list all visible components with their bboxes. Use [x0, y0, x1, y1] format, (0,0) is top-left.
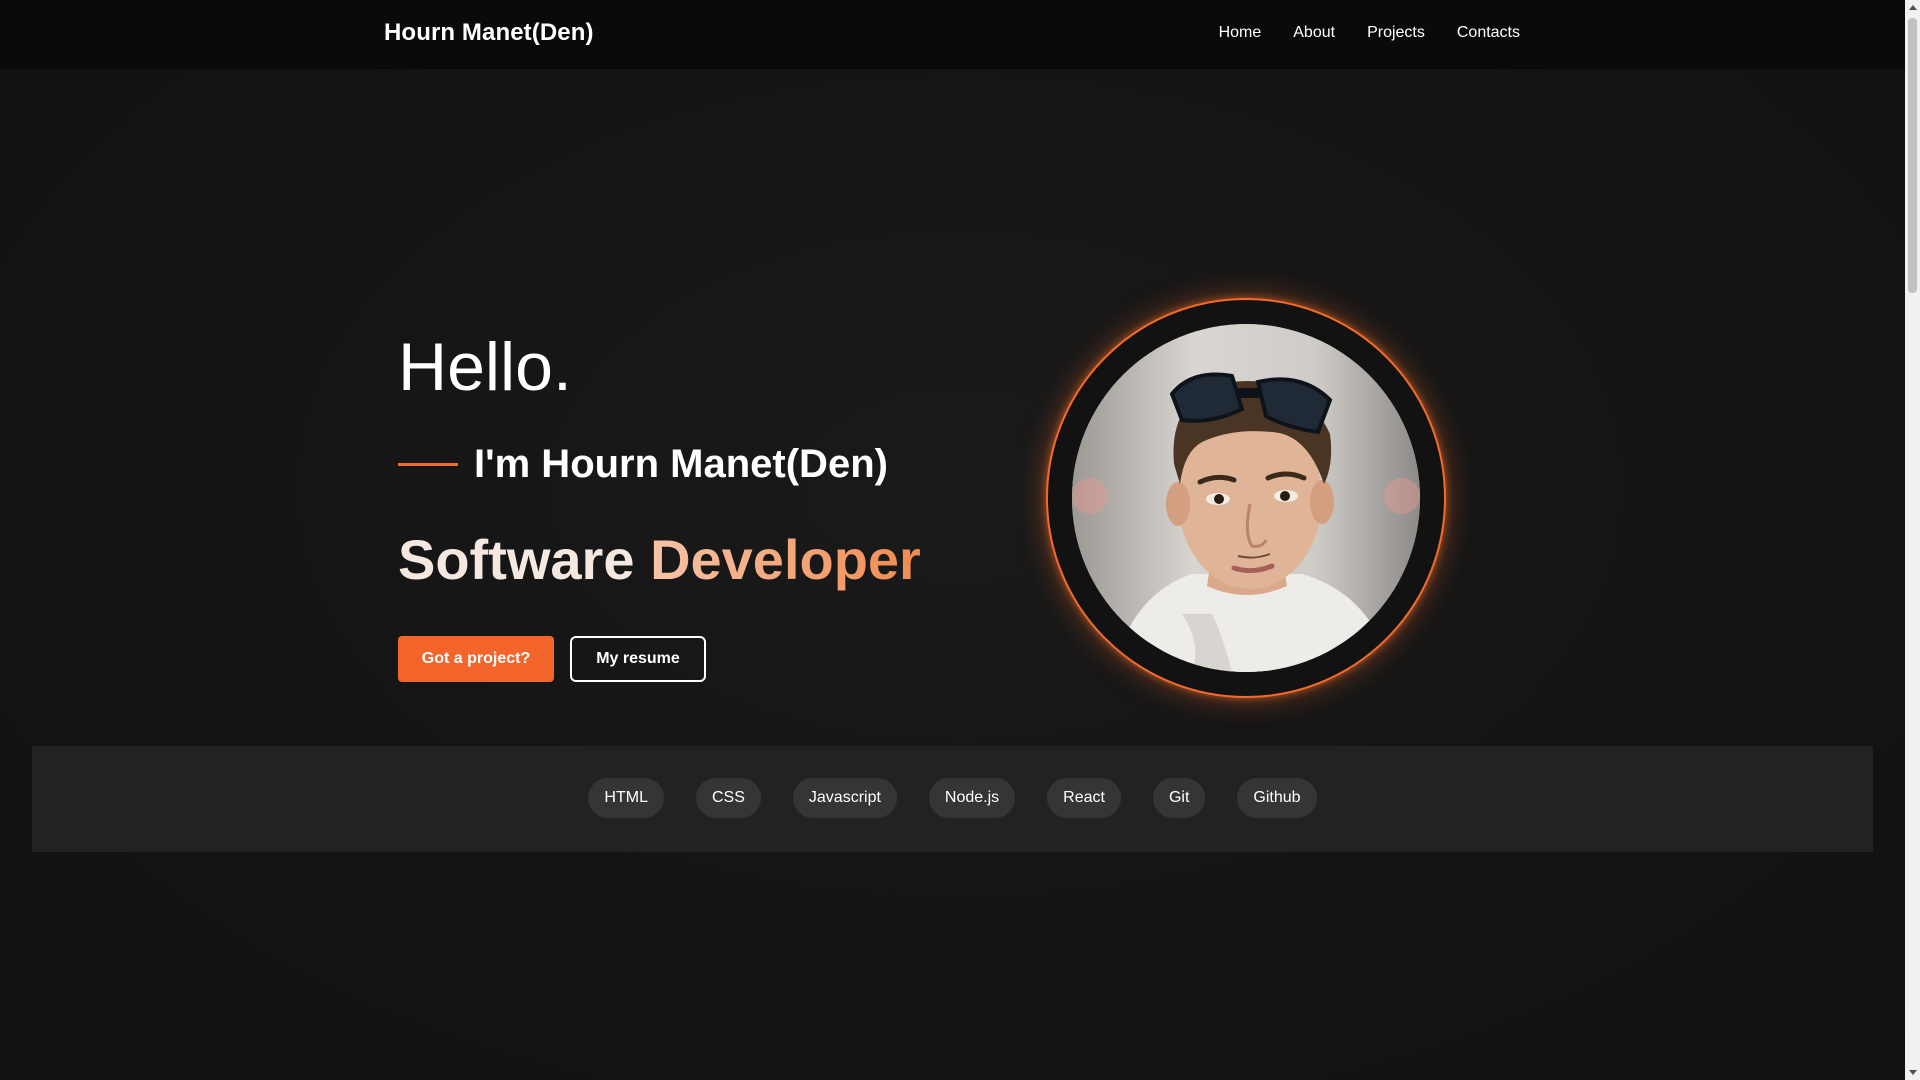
skill-html: HTML: [588, 778, 664, 818]
skill-css: CSS: [695, 778, 761, 818]
role-second-word: Developer: [650, 528, 921, 591]
nav-links: Home About Projects Contacts: [1219, 24, 1520, 42]
intro-accent-line: [398, 463, 458, 466]
scroll-up-icon[interactable]: [1909, 5, 1917, 10]
nav-link-contacts[interactable]: Contacts: [1457, 24, 1520, 42]
navbar: Hourn Manet(Den) Home About Projects Con…: [0, 0, 1905, 69]
role-first-word: Software: [398, 528, 635, 591]
nav-link-home[interactable]: Home: [1219, 24, 1262, 42]
skill-nodejs: Node.js: [928, 778, 1016, 818]
scroll-down-icon[interactable]: [1909, 1070, 1917, 1075]
profile-photo-icon: [1072, 324, 1420, 672]
scroll-thumb[interactable]: [1908, 18, 1917, 293]
hero-greeting: Hello.: [398, 329, 572, 405]
avatar: [1072, 324, 1420, 672]
avatar-ring: [1046, 298, 1446, 698]
hero-intro-text: I'm Hourn Manet(Den): [474, 442, 888, 486]
skills-strip: HTML CSS Javascript Node.js React Git Gi…: [32, 746, 1873, 852]
page-scrollbar[interactable]: [1905, 0, 1920, 1080]
hero-intro: I'm Hourn Manet(Den): [398, 442, 888, 487]
skill-git: Git: [1152, 778, 1206, 818]
nav-link-about[interactable]: About: [1293, 24, 1335, 42]
page: Hourn Manet(Den) Home About Projects Con…: [0, 0, 1920, 1080]
skill-javascript: Javascript: [792, 778, 897, 818]
hero-role: Software Developer: [398, 526, 921, 594]
got-a-project-button[interactable]: Got a project?: [398, 636, 554, 682]
skill-github: Github: [1237, 778, 1317, 818]
skill-react: React: [1047, 778, 1121, 818]
brand-name[interactable]: Hourn Manet(Den): [384, 19, 594, 47]
my-resume-button[interactable]: My resume: [570, 636, 706, 682]
nav-link-projects[interactable]: Projects: [1367, 24, 1425, 42]
skills-list: HTML CSS Javascript Node.js React Git Gi…: [32, 778, 1873, 818]
